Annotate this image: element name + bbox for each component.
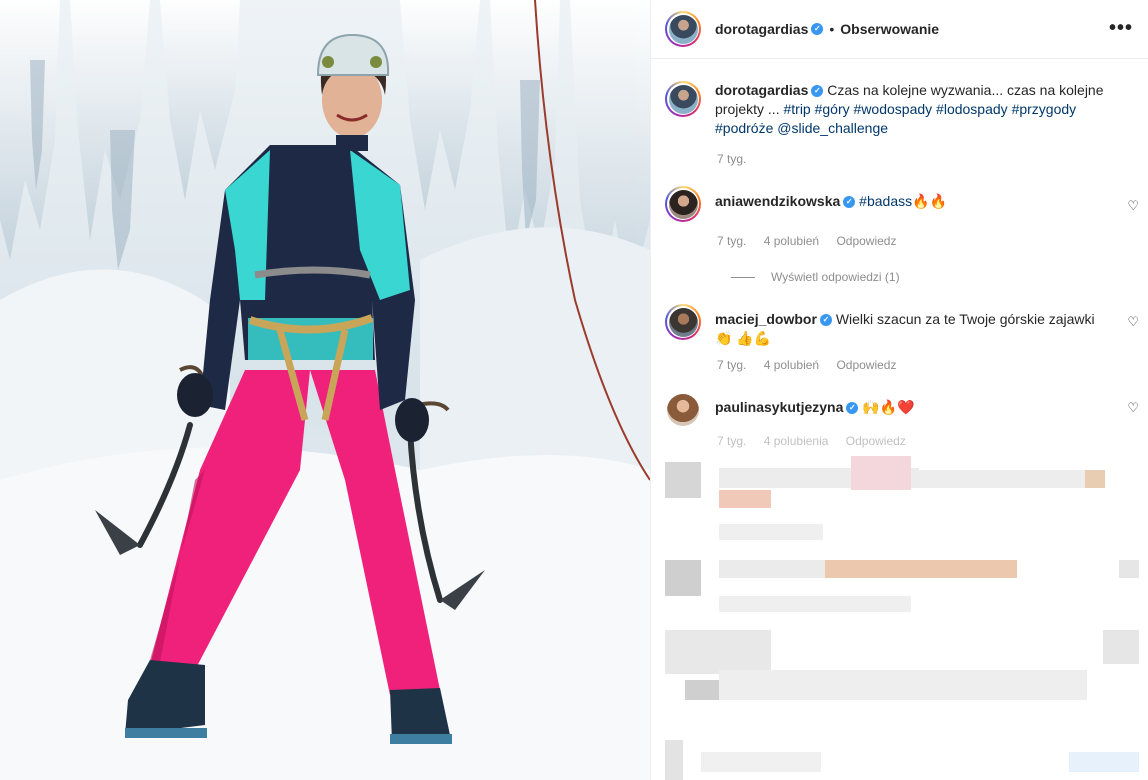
- reply-button[interactable]: Odpowiedz: [836, 234, 896, 248]
- separator-dot: •: [829, 21, 835, 37]
- post-photo[interactable]: [0, 0, 650, 780]
- verified-icon: ✓: [843, 196, 856, 209]
- comment-item: aniawendzikowska ✓ #badass🔥🔥 ♡ 7 tyg. 4 p…: [651, 186, 1148, 284]
- view-replies-button[interactable]: Wyświetl odpowiedzi (1): [731, 270, 1133, 284]
- hashtag-przygody[interactable]: #przygody: [1012, 101, 1077, 117]
- hashtag-badass[interactable]: #badass: [859, 193, 912, 209]
- author-avatar[interactable]: [665, 11, 701, 47]
- comment-meta: 7 tyg. 4 polubień Odpowiedz: [717, 234, 1133, 248]
- comment-username[interactable]: aniawendzikowska: [715, 193, 840, 209]
- verified-icon: ✓: [811, 23, 824, 35]
- replies-divider: [731, 276, 755, 278]
- comment-avatar[interactable]: [665, 392, 701, 428]
- comment-emoji: 🔥🔥: [912, 193, 947, 209]
- hashtag-podroze[interactable]: #podróże: [715, 120, 773, 136]
- like-heart-icon[interactable]: ♡: [1127, 198, 1139, 214]
- hashtag-lodospady[interactable]: #lodospady: [936, 101, 1008, 117]
- comment-meta: 7 tyg. 4 polubień Odpowiedz: [717, 358, 1133, 372]
- reply-button[interactable]: Odpowiedz: [846, 434, 906, 448]
- view-replies-label: Wyświetl odpowiedzi (1): [771, 270, 900, 284]
- comment-likes[interactable]: 4 polubienia: [764, 434, 829, 448]
- comment-likes[interactable]: 4 polubień: [764, 234, 819, 248]
- post-caption: dorotagardias ✓ Czas na kolejne wyzwania.…: [651, 59, 1148, 166]
- comment-time: 7 tyg.: [717, 358, 747, 372]
- hashtag-wodospady[interactable]: #wodospady: [854, 101, 933, 117]
- author-username[interactable]: dorotagardias: [715, 21, 808, 37]
- comment-item: paulinasykutjezyna ✓ 🙌🔥❤️ ♡ 7 tyg. 4 polu…: [651, 392, 1148, 448]
- comment-text: maciej_dowbor ✓ Wielki szacun za te Twoje…: [715, 310, 1105, 348]
- hashtag-trip[interactable]: #trip: [783, 101, 810, 117]
- post-header: dorotagardias ✓ • Obserwowanie •••: [651, 0, 1148, 59]
- verified-icon: ✓: [846, 402, 859, 415]
- caption-time: 7 tyg.: [717, 152, 747, 166]
- like-heart-icon[interactable]: ♡: [1127, 314, 1139, 330]
- comment-emoji: 🙌🔥❤️: [862, 399, 915, 415]
- following-button[interactable]: Obserwowanie: [840, 21, 939, 37]
- ice-climber-image: [0, 0, 650, 780]
- comment-likes[interactable]: 4 polubień: [764, 358, 819, 372]
- comment-username[interactable]: maciej_dowbor: [715, 311, 817, 327]
- comment-text: aniawendzikowska ✓ #badass🔥🔥: [715, 192, 1105, 222]
- comment-item: maciej_dowbor ✓ Wielki szacun za te Twoje…: [651, 304, 1148, 372]
- caption-username[interactable]: dorotagardias: [715, 82, 808, 98]
- comment-avatar[interactable]: [665, 304, 701, 340]
- verified-icon: ✓: [819, 314, 832, 327]
- comment-username[interactable]: paulinasykutjezyna: [715, 399, 843, 415]
- comment-text: paulinasykutjezyna ✓ 🙌🔥❤️: [715, 398, 1105, 428]
- comment-meta: 7 tyg. 4 polubienia Odpowiedz: [717, 434, 1133, 448]
- comment-time: 7 tyg.: [717, 434, 747, 448]
- caption-meta: 7 tyg.: [717, 152, 1133, 166]
- reply-button[interactable]: Odpowiedz: [836, 358, 896, 372]
- mention-slide-challenge[interactable]: @slide_challenge: [777, 120, 888, 136]
- comment-emoji: 👍💪: [736, 330, 772, 346]
- caption-avatar[interactable]: [665, 81, 701, 117]
- more-options-icon[interactable]: •••: [1109, 18, 1133, 38]
- hashtag-gory[interactable]: #góry: [815, 101, 850, 117]
- caption-text: dorotagardias ✓ Czas na kolejne wyzwania.…: [715, 81, 1105, 138]
- post-side-panel: dorotagardias ✓ • Obserwowanie ••• dorot…: [650, 0, 1148, 780]
- like-heart-icon[interactable]: ♡: [1127, 400, 1139, 416]
- verified-icon: ✓: [811, 85, 824, 98]
- comment-time: 7 tyg.: [717, 234, 747, 248]
- comment-avatar[interactable]: [665, 186, 701, 222]
